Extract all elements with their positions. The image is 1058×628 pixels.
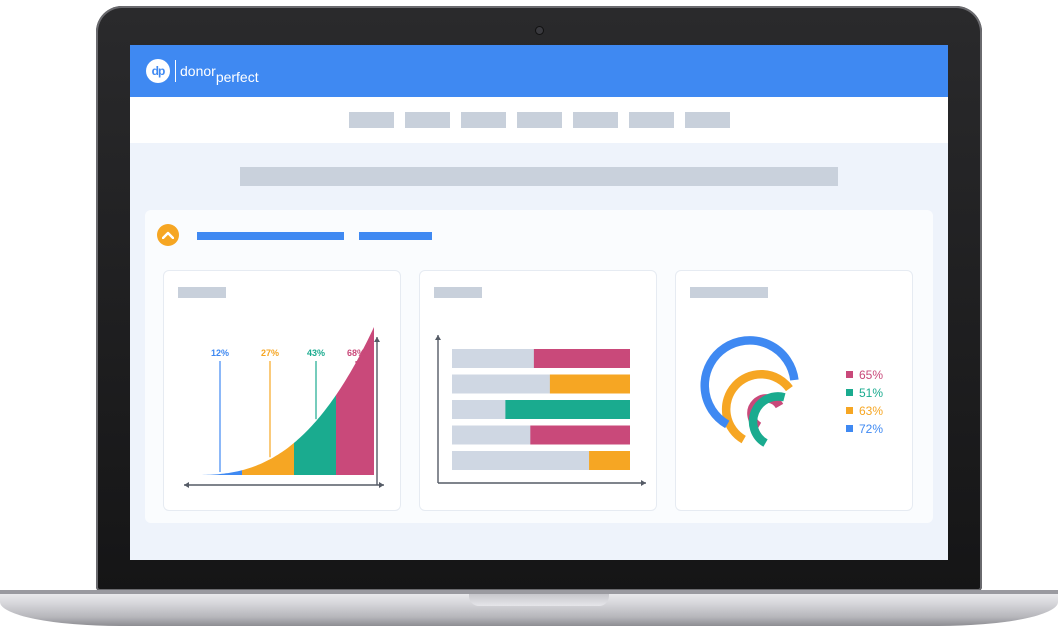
legend-label: 72% — [859, 422, 883, 436]
panel-title-placeholder — [197, 232, 344, 240]
nav-item-7[interactable] — [685, 112, 730, 128]
area-segment — [242, 442, 294, 475]
nav-item-3[interactable] — [461, 112, 506, 128]
dashboard-panel: 12% 27% 43% 68% 65% 51% 63% 72% — [145, 210, 933, 523]
nav-item-2[interactable] — [405, 112, 450, 128]
legend-label: 63% — [859, 404, 883, 418]
top-navigation — [130, 97, 948, 143]
bar-chart-card[interactable] — [419, 270, 657, 511]
bar-fill — [533, 349, 630, 368]
legend-swatch — [846, 371, 853, 378]
legend-swatch — [846, 389, 853, 396]
radial-bar-chart: 65% 51% 63% 72% — [700, 336, 883, 447]
donorperfect-logo[interactable]: dp donor perfect — [146, 57, 259, 85]
legend-label: 65% — [859, 368, 883, 382]
laptop-screen: dp donor perfect 12% 27% 43% 68% 65% 51%… — [130, 45, 948, 560]
bar-chart — [435, 335, 646, 486]
x-axis-arrow — [641, 480, 646, 486]
marker-label: 27% — [261, 348, 279, 358]
legend-swatch — [846, 425, 853, 432]
legend-swatch — [846, 407, 853, 414]
bar-fill — [530, 425, 630, 445]
marker-label: 68% — [347, 348, 365, 358]
logo-divider — [175, 60, 176, 82]
legend-label: 51% — [859, 386, 883, 400]
y-axis-arrow — [435, 335, 441, 340]
nav-item-5[interactable] — [573, 112, 618, 128]
collapse-button[interactable] — [157, 224, 179, 246]
marker-label: 12% — [211, 348, 229, 358]
logo-word-donor: donor — [180, 63, 216, 79]
bar-fill — [505, 400, 630, 419]
nav-item-1[interactable] — [349, 112, 394, 128]
area-chart: 12% 27% 43% 68% — [184, 327, 384, 488]
laptop-notch — [469, 594, 609, 606]
chevron-up-icon — [162, 231, 174, 239]
logo-word-perfect: perfect — [215, 69, 259, 85]
logo-badge: dp — [146, 59, 170, 83]
camera-icon — [536, 27, 543, 34]
area-segment — [194, 470, 242, 475]
panel-subtitle-placeholder — [359, 232, 432, 240]
nav-item-4[interactable] — [517, 112, 562, 128]
marker-label: 43% — [307, 348, 325, 358]
page-title-placeholder — [240, 167, 838, 186]
area-chart-card[interactable]: 12% 27% 43% 68% — [163, 270, 401, 511]
radial-chart-card[interactable]: 65% 51% 63% 72% — [675, 270, 913, 511]
nav-item-6[interactable] — [629, 112, 674, 128]
area-segment — [294, 395, 336, 475]
app-header: dp donor perfect — [130, 45, 948, 97]
bar-fill — [589, 451, 630, 470]
bar-fill — [549, 374, 630, 394]
y-axis-arrow — [374, 337, 380, 342]
